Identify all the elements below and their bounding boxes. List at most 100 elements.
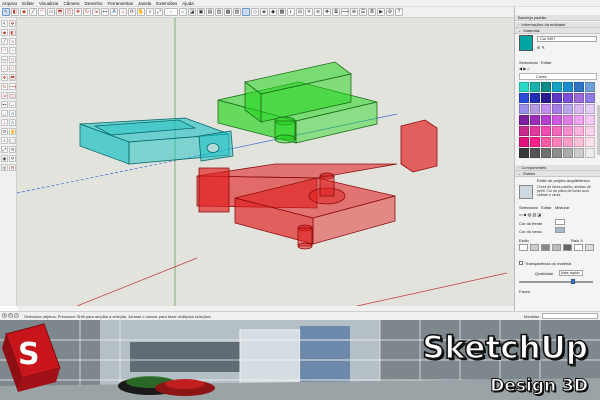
color-swatch[interactable] bbox=[519, 93, 529, 103]
color-swatch[interactable] bbox=[519, 82, 529, 92]
style-tab-edit[interactable]: Editar bbox=[541, 205, 551, 210]
left-line-button[interactable]: ╱ bbox=[1, 38, 8, 45]
scale-tool-button[interactable]: ⇲ bbox=[92, 8, 100, 16]
create-material-icon[interactable]: ⊕ bbox=[537, 45, 540, 50]
measurements-input[interactable] bbox=[542, 313, 598, 319]
green-part[interactable] bbox=[217, 61, 378, 144]
watermark-settings-icon[interactable]: ▥ bbox=[532, 212, 536, 217]
quality-select[interactable]: Mais rápido bbox=[559, 270, 583, 276]
menu-camera[interactable]: Câmera bbox=[63, 1, 79, 6]
color-swatch[interactable] bbox=[574, 148, 584, 158]
push-pull-button[interactable]: ⬒ bbox=[56, 8, 64, 16]
material-transparency-checkbox[interactable] bbox=[519, 261, 523, 265]
material-library-select[interactable]: Cores bbox=[519, 73, 597, 80]
color-swatch[interactable] bbox=[530, 93, 540, 103]
left-eraser-button[interactable]: ◧ bbox=[9, 29, 16, 36]
color-swatch[interactable] bbox=[519, 104, 529, 114]
color-swatch[interactable] bbox=[552, 126, 562, 136]
fog-button[interactable]: ≋ bbox=[314, 8, 322, 16]
left-3dtext-button[interactable]: A bbox=[9, 119, 16, 126]
menu-ferramentas[interactable]: Ferramentas bbox=[108, 1, 134, 6]
left-component-button[interactable]: ❖ bbox=[9, 20, 16, 27]
left-orbit-button[interactable]: ⟳ bbox=[1, 128, 8, 135]
color-swatch[interactable] bbox=[585, 148, 595, 158]
styles-panel-header[interactable]: ⌄ Estilos bbox=[515, 171, 600, 177]
left-axes-button[interactable]: ⊥ bbox=[1, 119, 8, 126]
textured-style-button[interactable]: ▩ bbox=[278, 8, 286, 16]
style-tab-mix[interactable]: Misturar bbox=[555, 205, 569, 210]
left-rotate-button[interactable]: ↻ bbox=[1, 83, 8, 90]
left-select-button[interactable]: ↖ bbox=[1, 20, 8, 27]
color-swatch[interactable] bbox=[552, 137, 562, 147]
color-swatch[interactable] bbox=[552, 148, 562, 158]
xray-style-button[interactable]: ◌ bbox=[242, 8, 250, 16]
left-pie-button[interactable]: ◔ bbox=[9, 47, 16, 54]
view-left-button[interactable]: ▧ bbox=[233, 8, 241, 16]
view-right-button[interactable]: ▥ bbox=[215, 8, 223, 16]
left-rotated-rect-button[interactable]: ◇ bbox=[9, 56, 16, 63]
tab-select-materials[interactable]: Selecionar bbox=[519, 60, 538, 65]
rotate-tool-button[interactable]: ↻ bbox=[83, 8, 91, 16]
paint-bucket-button[interactable]: ◆ bbox=[20, 8, 28, 16]
left-offset-button[interactable]: ◫ bbox=[9, 92, 16, 99]
left-scale-button[interactable]: ⇲ bbox=[1, 92, 8, 99]
move-tool-button[interactable]: ✥ bbox=[74, 8, 82, 16]
red-part[interactable] bbox=[196, 119, 438, 250]
transparency-slider-knob[interactable] bbox=[571, 279, 575, 284]
style-thumbnail[interactable] bbox=[519, 185, 533, 199]
color-swatch[interactable] bbox=[519, 148, 529, 158]
tape-measure-button[interactable]: ⊷ bbox=[101, 8, 109, 16]
color-swatch[interactable] bbox=[541, 104, 551, 114]
tab-edit-materials[interactable]: Editar bbox=[541, 60, 551, 65]
rectangle-tool-button[interactable]: ▭ bbox=[47, 8, 55, 16]
face-style-button[interactable] bbox=[552, 244, 561, 251]
color-swatch[interactable] bbox=[563, 82, 573, 92]
color-swatch[interactable] bbox=[574, 115, 584, 125]
zoom-tool-button[interactable]: ⌕ bbox=[146, 8, 154, 16]
material-preview-swatch[interactable] bbox=[519, 35, 533, 51]
modeling-settings-icon[interactable]: ◪ bbox=[537, 212, 541, 217]
view-top-button[interactable]: ▣ bbox=[197, 8, 205, 16]
color-swatch[interactable] bbox=[541, 82, 551, 92]
color-swatch[interactable] bbox=[574, 93, 584, 103]
left-pan-button[interactable]: ✋ bbox=[9, 128, 16, 135]
left-section-button[interactable]: ⊟ bbox=[9, 164, 16, 171]
color-swatch[interactable] bbox=[541, 148, 551, 158]
back-color-swatch[interactable] bbox=[555, 227, 565, 233]
axes-tool-button[interactable]: ⊥ bbox=[119, 8, 127, 16]
shaded-style-button[interactable]: ◆ bbox=[269, 8, 277, 16]
left-rectangle-button[interactable]: ▭ bbox=[1, 56, 8, 63]
color-swatch[interactable] bbox=[574, 104, 584, 114]
eraser-tool-button[interactable]: ◧ bbox=[11, 8, 19, 16]
color-swatch[interactable] bbox=[530, 148, 540, 158]
dimension-readout[interactable]: ↔ bbox=[164, 8, 178, 16]
color-swatch[interactable] bbox=[574, 126, 584, 136]
left-followme-button[interactable]: ⟿ bbox=[9, 83, 16, 90]
color-swatch[interactable] bbox=[541, 126, 551, 136]
color-swatch[interactable] bbox=[585, 137, 595, 147]
edge-settings-icon[interactable]: ▭ bbox=[519, 212, 523, 217]
face-style-button[interactable] bbox=[574, 244, 583, 251]
face-style-button[interactable] bbox=[541, 244, 550, 251]
hidden-line-button[interactable]: ◈ bbox=[260, 8, 268, 16]
color-swatch[interactable] bbox=[563, 137, 573, 147]
line-tool-button[interactable]: ╱ bbox=[29, 8, 37, 16]
left-lookaround-button[interactable]: ◎ bbox=[1, 164, 8, 171]
shadows-button[interactable]: ☀ bbox=[305, 8, 313, 16]
back-icon[interactable]: ◀ bbox=[519, 66, 522, 71]
menu-visualizar[interactable]: Visualizar bbox=[39, 1, 58, 6]
color-swatch[interactable] bbox=[585, 115, 595, 125]
left-zoom-extents-button[interactable]: ⤢ bbox=[1, 146, 8, 153]
color-swatch[interactable] bbox=[585, 93, 595, 103]
material-name-field[interactable]: Cor M07 bbox=[537, 36, 597, 42]
face-style-button[interactable] bbox=[585, 244, 594, 251]
transparency-slider-track[interactable] bbox=[519, 281, 593, 283]
home-icon[interactable]: ⌂ bbox=[527, 66, 529, 71]
color-swatch[interactable] bbox=[563, 104, 573, 114]
color-swatch[interactable] bbox=[530, 104, 540, 114]
user-account-icon[interactable]: ◐ bbox=[14, 313, 19, 318]
wireframe-style-button[interactable]: ◇ bbox=[251, 8, 259, 16]
left-position-camera-button[interactable]: ◉ bbox=[1, 155, 8, 162]
color-swatch[interactable] bbox=[563, 115, 573, 125]
background-settings-icon[interactable]: ▤ bbox=[527, 212, 531, 217]
